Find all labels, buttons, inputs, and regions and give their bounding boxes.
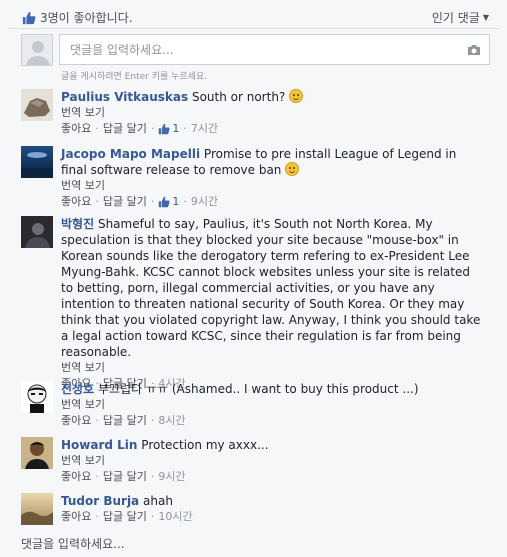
translate-link[interactable]: 번역 보기 xyxy=(61,397,481,413)
like-link[interactable]: 좋아요 xyxy=(61,469,91,485)
separator: · xyxy=(95,122,99,135)
comment-timestamp[interactable]: 7시간 xyxy=(191,121,218,137)
separator: · xyxy=(150,122,155,135)
reply-link[interactable]: 답글 달기 xyxy=(103,413,147,429)
smiley-emoji-icon xyxy=(285,162,300,176)
comment-actions: 좋아요 · 답글 달기 · 8시간 xyxy=(61,413,481,429)
separator: · xyxy=(95,510,99,523)
separator: · xyxy=(150,470,155,483)
separator: · xyxy=(95,195,99,208)
comment-text: South or north? xyxy=(191,90,286,104)
like-count-value: 1 xyxy=(172,122,180,135)
likes-count-text: 3명이 좋아합니다. xyxy=(40,11,133,25)
chevron-down-icon: ▼ xyxy=(482,13,489,22)
translate-link[interactable]: 번역 보기 xyxy=(61,178,481,194)
reply-link[interactable]: 답글 달기 xyxy=(103,469,147,485)
comment-author[interactable]: Jacopo Mapo Mapelli xyxy=(61,147,200,161)
comment-author[interactable]: Tudor Burja xyxy=(61,494,139,508)
avatar[interactable] xyxy=(21,493,53,525)
avatar[interactable] xyxy=(21,89,53,121)
comment-timestamp[interactable]: 9시간 xyxy=(158,469,185,485)
like-link[interactable]: 좋아요 xyxy=(61,194,91,210)
separator: · xyxy=(95,414,99,427)
like-count[interactable]: 1 xyxy=(158,194,179,210)
comment-actions: 좋아요 · 답글 달기 · 1 · 7시간 xyxy=(61,121,481,137)
comment-timestamp[interactable]: 10시간 xyxy=(158,509,192,525)
divider xyxy=(8,28,499,29)
comment-timestamp[interactable]: 9시간 xyxy=(191,194,218,210)
avatar[interactable] xyxy=(21,146,53,178)
avatar[interactable] xyxy=(21,437,53,469)
comment-timestamp[interactable]: 8시간 xyxy=(158,413,185,429)
separator: · xyxy=(183,122,187,135)
comment-author[interactable]: 진성호 xyxy=(61,382,94,396)
sort-label: 인기 댓글 xyxy=(431,11,480,25)
comment-text: 부끄럽다 ㅠㅠ (Ashamed.. I want to buy this pr… xyxy=(97,382,419,396)
thumbs-up-icon xyxy=(159,123,170,135)
sort-dropdown[interactable]: 인기 댓글 ▼ xyxy=(432,9,489,26)
bottom-comment-input[interactable]: 댓글을 입력하세요... xyxy=(21,535,125,552)
camera-icon[interactable] xyxy=(467,44,481,59)
separator: · xyxy=(150,195,155,208)
comment-author[interactable]: Howard Lin xyxy=(61,438,137,452)
avatar[interactable] xyxy=(21,216,53,248)
like-link[interactable]: 좋아요 xyxy=(61,509,91,525)
separator: · xyxy=(95,470,99,483)
composer-hint: 글을 게시하려면 Enter 키를 누르세요. xyxy=(61,72,208,82)
comment-input-box[interactable] xyxy=(59,34,490,65)
separator: · xyxy=(150,510,155,523)
comment-text: Protection my axxx... xyxy=(141,438,269,452)
comment-input[interactable] xyxy=(68,42,452,58)
reply-link[interactable]: 답글 달기 xyxy=(103,509,147,525)
translate-link[interactable]: 번역 보기 xyxy=(61,453,481,469)
translate-link[interactable]: 번역 보기 xyxy=(61,360,481,376)
smiley-emoji-icon xyxy=(289,89,304,103)
comment-author[interactable]: 박형진 xyxy=(61,217,94,231)
like-count-value: 1 xyxy=(172,195,180,208)
separator: · xyxy=(183,195,187,208)
thumbs-up-icon xyxy=(159,196,170,208)
thumbs-up-icon xyxy=(22,11,36,25)
comment-author[interactable]: Paulius Vitkauskas xyxy=(61,90,188,104)
translate-link[interactable]: 번역 보기 xyxy=(61,105,481,121)
like-link[interactable]: 좋아요 xyxy=(61,413,91,429)
likes-summary[interactable]: 3명이 좋아합니다. xyxy=(22,9,133,26)
like-count[interactable]: 1 xyxy=(158,121,179,137)
comment-text: ahah xyxy=(143,494,173,508)
comment-actions: 좋아요 · 답글 달기 · 1 · 9시간 xyxy=(61,194,481,210)
reply-link[interactable]: 답글 달기 xyxy=(103,194,147,210)
my-avatar xyxy=(21,34,53,66)
comment-actions: 좋아요 · 답글 달기 · 10시간 xyxy=(61,509,481,525)
comment-text: Shameful to say, Paulius, it's South not… xyxy=(61,217,481,359)
reply-link[interactable]: 답글 달기 xyxy=(103,121,147,137)
avatar[interactable] xyxy=(21,381,53,413)
like-link[interactable]: 좋아요 xyxy=(61,121,91,137)
comments-header: 3명이 좋아합니다. 인기 댓글 ▼ xyxy=(0,0,507,30)
separator: · xyxy=(150,414,155,427)
comment-actions: 좋아요 · 답글 달기 · 9시간 xyxy=(61,469,481,485)
